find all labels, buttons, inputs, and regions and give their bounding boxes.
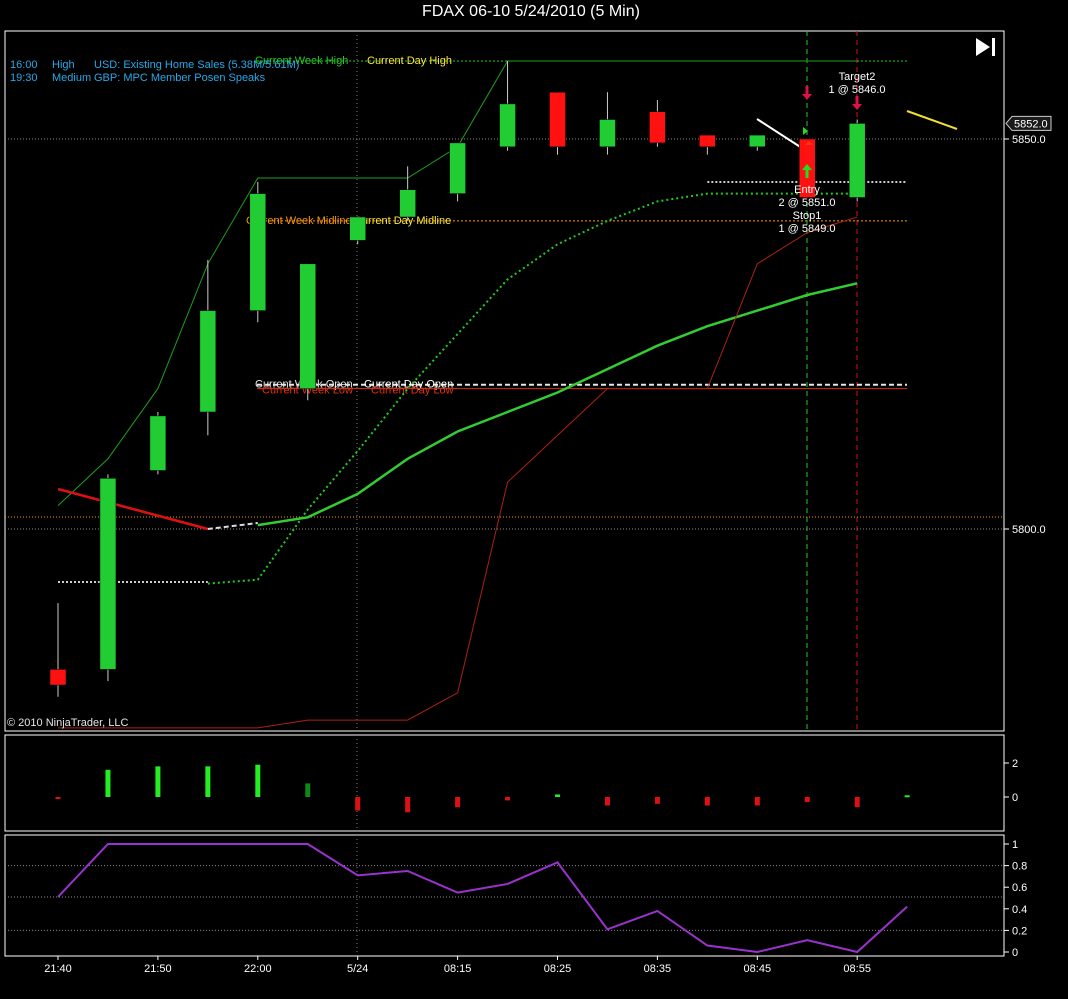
momentum-bar — [604, 797, 610, 806]
news-time: 19:30 — [10, 72, 38, 84]
momentum-bar — [505, 797, 511, 801]
level-label: Current Day Low — [371, 385, 454, 397]
candle-up — [349, 216, 366, 241]
panel-frame — [4, 734, 1005, 832]
momentum-bar — [455, 797, 461, 808]
osc-tick-label: 0.8 — [1012, 861, 1027, 873]
momentum-bar — [704, 797, 710, 806]
news-item: 16:00 High USD: Existing Home Sales (5.38M… — [10, 59, 299, 72]
momentum-bar — [155, 766, 161, 797]
momentum-bar — [105, 769, 111, 797]
news-importance: High — [52, 59, 75, 71]
candle-down — [549, 91, 566, 148]
candle-up — [299, 263, 316, 389]
level-label: Current Day High — [367, 55, 452, 67]
momentum-bar — [854, 797, 860, 808]
candle-up — [199, 310, 217, 413]
momentum-bar — [555, 794, 560, 797]
osc-tick-label: 0.4 — [1012, 904, 1027, 916]
time-tick-label: 08:45 — [744, 963, 772, 975]
news-item: 19:30 Medium GBP: MPC Member Posen Speaks — [10, 72, 299, 85]
momentum-bar — [305, 783, 311, 797]
price-tick-label: 5800.0 — [1012, 524, 1046, 536]
candle-up — [599, 119, 616, 148]
copyright-label: © 2010 NinjaTrader, LLC — [7, 717, 129, 729]
range-low-line — [58, 216, 858, 729]
osc-tick-label: 1 — [1012, 839, 1018, 851]
momentum-bar — [255, 764, 261, 797]
news-time: 16:00 — [10, 59, 38, 71]
news-event: USD: Existing Home Sales (5.38M/5.61M) — [94, 59, 300, 71]
time-tick-label: 22:00 — [244, 963, 272, 975]
trade-marker-label: Entry — [794, 184, 820, 196]
trade-marker-detail: 2 @ 5851.0 — [778, 197, 835, 209]
candle-up — [499, 103, 516, 148]
trade-marker-detail: 1 @ 5846.0 — [828, 84, 885, 96]
time-tick-label: 08:35 — [644, 963, 672, 975]
time-tick-label: 08:15 — [444, 963, 472, 975]
candle-up — [749, 134, 766, 148]
trend-line — [207, 522, 258, 530]
arrow-down-icon — [852, 96, 862, 110]
momentum-bar — [205, 766, 211, 797]
oscillator-line — [57, 843, 908, 954]
arrow-shaft — [855, 96, 859, 104]
candle-up — [848, 123, 866, 198]
candle-up — [249, 193, 267, 311]
candle-up — [449, 142, 466, 194]
osc-tick-label: 0.6 — [1012, 882, 1027, 894]
candle-down — [649, 111, 666, 144]
momentum-bar — [804, 797, 810, 803]
trade-marker-label: Stop1 — [793, 210, 822, 222]
osc-tick-label: 0.2 — [1012, 925, 1027, 937]
arrow-head — [802, 94, 812, 100]
range-high-line — [57, 60, 858, 506]
last-price-label: 5852.0 — [1014, 118, 1048, 130]
momentum-bar — [355, 797, 361, 811]
trend-line — [906, 110, 958, 130]
slow-average-line — [257, 282, 858, 527]
momentum-bar — [405, 797, 411, 813]
arrow-shaft — [805, 86, 809, 94]
time-tick-label: 21:40 — [44, 963, 72, 975]
momentum-bar — [904, 795, 910, 798]
time-tick-label: 21:50 — [144, 963, 172, 975]
news-event: GBP: MPC Member Posen Speaks — [94, 72, 266, 84]
time-tick-label: 08:25 — [544, 963, 572, 975]
trade-marker-label: Target2 — [839, 71, 876, 83]
time-tick-label: 08:55 — [843, 963, 871, 975]
news-importance: Medium — [52, 72, 92, 84]
momentum-bar — [654, 797, 660, 804]
candle-down — [49, 669, 67, 686]
chart-canvas[interactable]: 5850.05800.05852.0Current Week High Curre… — [0, 0, 1068, 999]
price-tick-label: 5850.0 — [1012, 134, 1046, 146]
trend-line — [57, 487, 209, 531]
candle-up — [149, 415, 167, 471]
time-tick-label: 5/24 — [347, 963, 368, 975]
panel-frame — [4, 834, 1005, 957]
momentum-tick-label: 0 — [1012, 792, 1018, 804]
trade-marker-detail: 1 @ 5849.0 — [778, 223, 835, 235]
momentum-tick-label: 2 — [1012, 758, 1018, 770]
news-panel: 16:00 High USD: Existing Home Sales (5.38M… — [10, 59, 299, 85]
arrow-shaft — [805, 170, 809, 178]
arrow-head — [852, 104, 862, 110]
skip-to-end-icon[interactable] — [973, 36, 999, 58]
osc-tick-label: 0 — [1012, 947, 1018, 959]
momentum-bar — [754, 797, 760, 806]
candle-up — [399, 189, 416, 218]
momentum-bar — [55, 797, 61, 799]
arrow-down-icon — [802, 86, 812, 100]
candle-down — [699, 134, 716, 148]
candle-up — [99, 478, 117, 670]
